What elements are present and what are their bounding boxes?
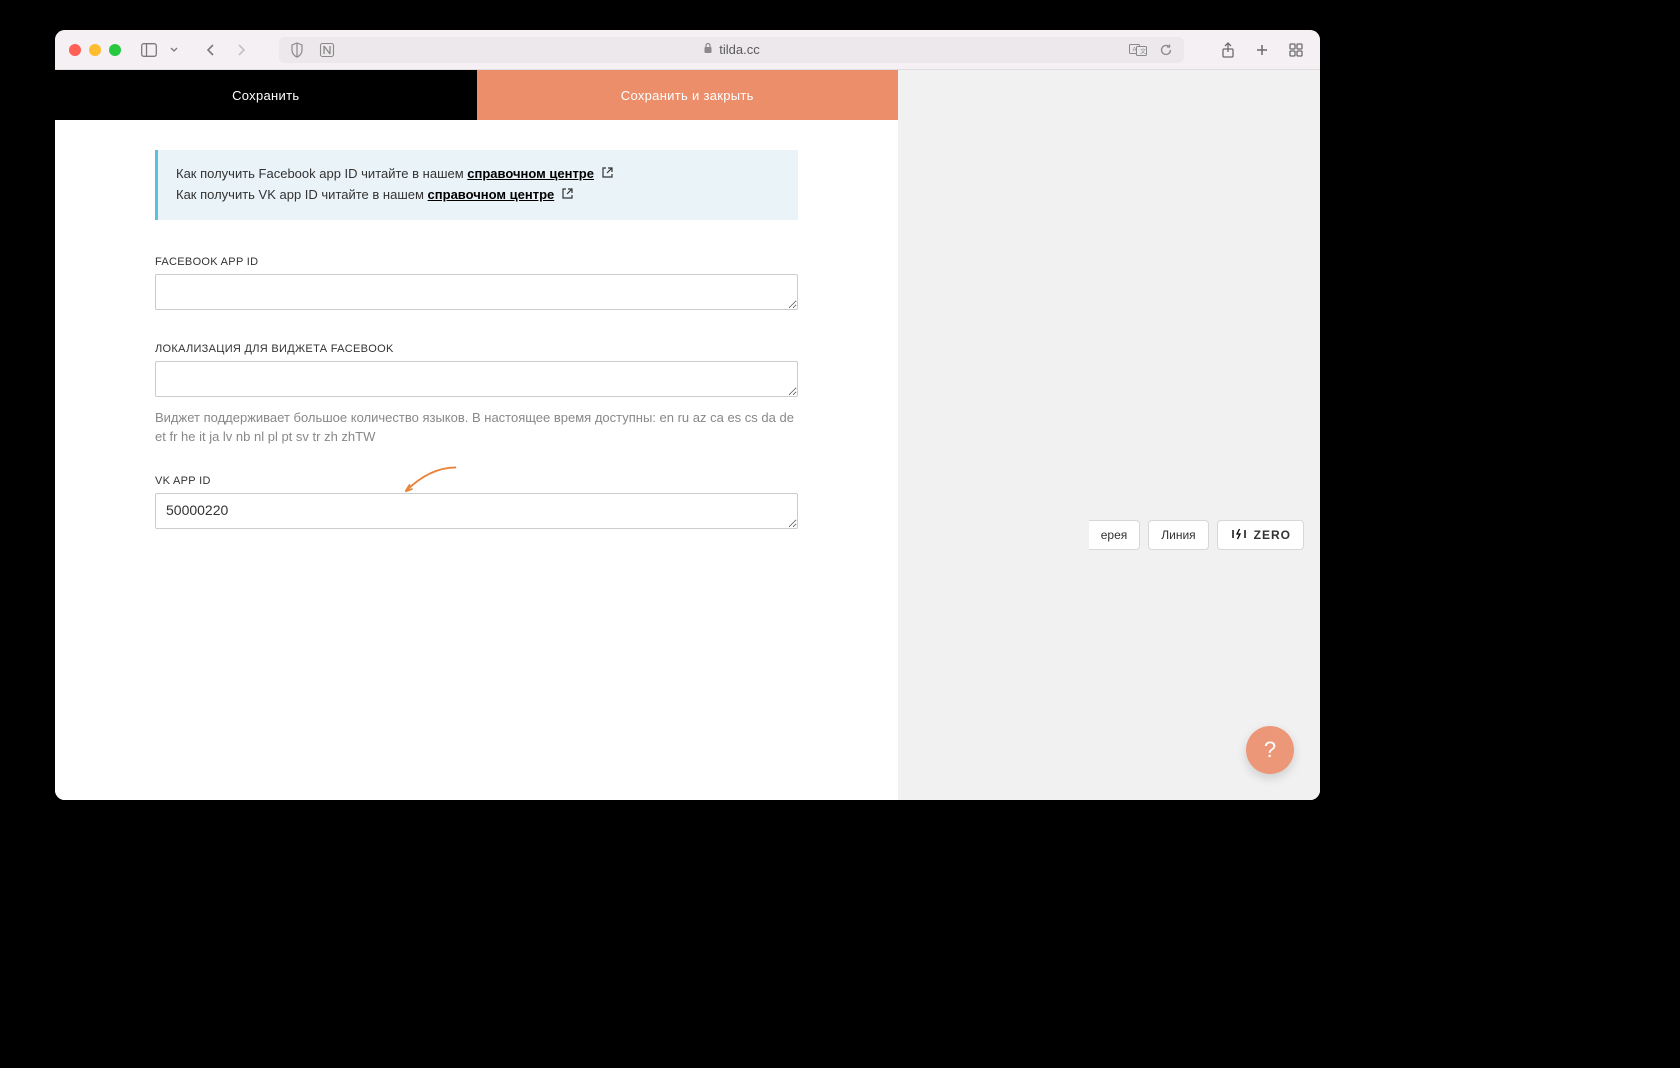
- share-icon[interactable]: [1218, 40, 1238, 60]
- shield-icon[interactable]: [287, 40, 307, 60]
- block-widget-buttons: ерея Линия ZERO: [898, 520, 1304, 550]
- lock-icon: [703, 42, 713, 57]
- url-text: tilda.cc: [719, 42, 759, 57]
- fb-locale-help-text: Виджет поддерживает большое количество я…: [155, 408, 798, 447]
- url-bar[interactable]: tilda.cc A文: [279, 37, 1184, 63]
- editor-canvas: ерея Линия ZERO: [898, 70, 1320, 800]
- info-vk-prefix: Как получить VK app ID читайте в нашем: [176, 187, 428, 202]
- translate-icon[interactable]: A文: [1128, 40, 1148, 60]
- save-button[interactable]: Сохранить: [55, 70, 477, 120]
- line-button-label: Линия: [1161, 528, 1195, 542]
- line-button[interactable]: Линия: [1148, 520, 1208, 550]
- fb-locale-label: ЛОКАЛИЗАЦИЯ ДЛЯ ВИДЖЕТА FACEBOOK: [155, 343, 798, 355]
- maximize-window-button[interactable]: [109, 44, 121, 56]
- info-line-vk: Как получить VK app ID читайте в нашем с…: [176, 185, 780, 206]
- svg-text:文: 文: [1140, 47, 1146, 55]
- help-fab-label: ?: [1264, 737, 1276, 763]
- gallery-button-label: ерея: [1101, 528, 1128, 542]
- help-link-facebook[interactable]: справочном центре: [467, 166, 594, 181]
- minimize-window-button[interactable]: [89, 44, 101, 56]
- save-and-close-button-label: Сохранить и закрыть: [621, 88, 754, 103]
- save-button-label: Сохранить: [232, 88, 299, 103]
- fb-appid-input[interactable]: [155, 274, 798, 310]
- browser-toolbar: tilda.cc A文: [55, 30, 1320, 70]
- lightning-icon: [1230, 527, 1248, 544]
- svg-text:A: A: [1133, 47, 1137, 53]
- help-link-vk[interactable]: справочном центре: [428, 187, 555, 202]
- page-content: ерея Линия ZERO Сохранить Со: [55, 70, 1320, 800]
- close-window-button[interactable]: [69, 44, 81, 56]
- external-link-icon: [602, 164, 613, 185]
- help-fab-button[interactable]: ?: [1246, 726, 1294, 774]
- refresh-icon[interactable]: [1156, 40, 1176, 60]
- modal-header: Сохранить Сохранить и закрыть: [55, 70, 898, 120]
- sidebar-toggle-icon[interactable]: [139, 40, 159, 60]
- window-controls: [69, 44, 121, 56]
- tab-overview-icon[interactable]: [1286, 40, 1306, 60]
- save-and-close-button[interactable]: Сохранить и закрыть: [477, 70, 899, 120]
- back-button-icon[interactable]: [201, 40, 221, 60]
- field-group-fb-locale: ЛОКАЛИЗАЦИЯ ДЛЯ ВИДЖЕТА FACEBOOK Виджет …: [155, 343, 798, 447]
- fb-appid-label: FACEBOOK APP ID: [155, 256, 798, 268]
- forward-button-icon[interactable]: [231, 40, 251, 60]
- new-tab-icon[interactable]: [1252, 40, 1272, 60]
- field-group-vk-appid: VK APP ID: [155, 475, 798, 534]
- info-line-facebook: Как получить Facebook app ID читайте в н…: [176, 164, 780, 185]
- modal-body: Как получить Facebook app ID читайте в н…: [55, 120, 898, 592]
- info-fb-prefix: Как получить Facebook app ID читайте в н…: [176, 166, 467, 181]
- fb-locale-input[interactable]: [155, 361, 798, 397]
- settings-modal: Сохранить Сохранить и закрыть Как получи…: [55, 70, 898, 800]
- chevron-down-icon[interactable]: [169, 40, 179, 60]
- info-box: Как получить Facebook app ID читайте в н…: [155, 150, 798, 220]
- zero-block-button[interactable]: ZERO: [1217, 520, 1304, 550]
- external-link-icon: [562, 185, 573, 206]
- notion-extension-icon[interactable]: [317, 40, 337, 60]
- zero-button-label: ZERO: [1254, 528, 1291, 542]
- gallery-button[interactable]: ерея: [1089, 520, 1141, 550]
- field-group-fb-appid: FACEBOOK APP ID: [155, 256, 798, 315]
- vk-appid-label: VK APP ID: [155, 475, 798, 487]
- vk-appid-input[interactable]: [155, 493, 798, 529]
- browser-window: tilda.cc A文: [55, 30, 1320, 800]
